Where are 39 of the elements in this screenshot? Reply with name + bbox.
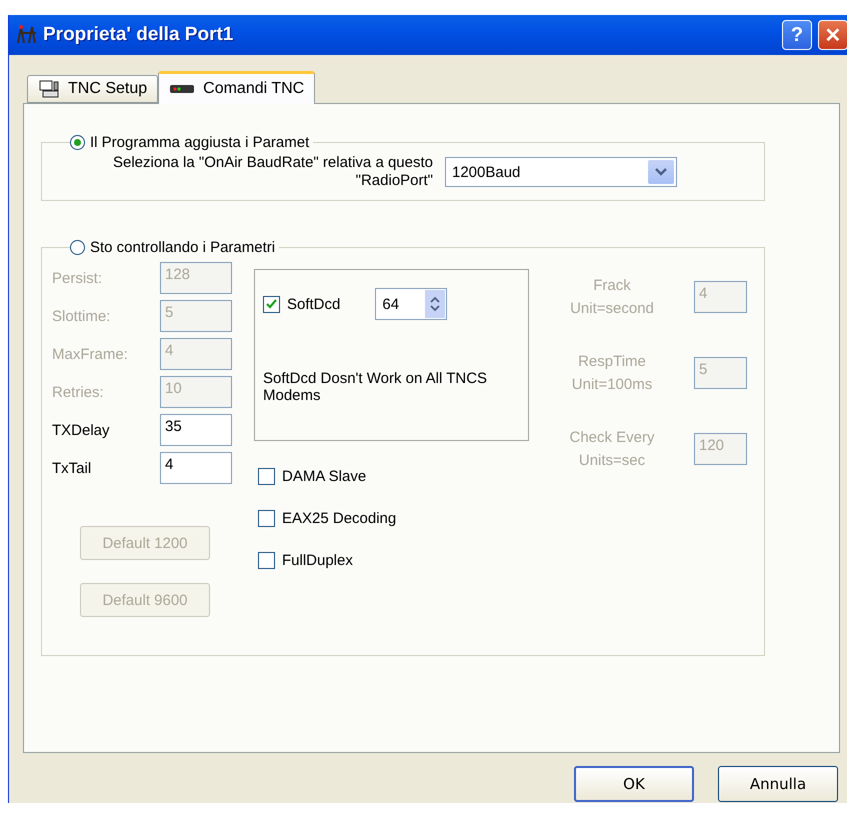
softdcd-note: SoftDcd Dosn't Work on All TNCS Modems [263,370,488,404]
radio-button[interactable] [70,240,85,254]
checkbox-label: SoftDcd [287,296,340,312]
checkbox-label: DAMA Slave [282,468,366,484]
help-button[interactable]: ? [782,20,812,50]
timer-label: RespTime Unit=100ms [570,352,654,395]
radio-label: Il Programma aggiusta i Paramet [90,134,310,150]
radio-button[interactable] [70,134,85,150]
spin-arrows-icon [425,290,446,318]
parameter-field[interactable]: 4 [160,452,232,484]
timer-label: Check Every Units=sec [568,428,656,471]
ok-button[interactable]: OK [574,766,694,802]
parameter-label: MaxFrame: [52,346,129,362]
checkbox[interactable] [258,468,275,484]
radio-label: Sto controllando i Parametri [90,238,276,256]
parameter-label: Slottime: [52,308,112,324]
tab[interactable]: TNC Setup [27,75,158,103]
checkbox[interactable] [263,296,280,312]
parameter-label: Retries: [52,384,105,400]
parameter-label: TxTail [52,460,92,476]
checkbox[interactable] [258,552,275,568]
checkbox-label: FullDuplex [282,552,353,568]
dropdown-icon [648,160,674,184]
checkbox-label: EAX25 Decoding [282,510,396,526]
parameter-label: TXDelay [52,422,111,438]
cancel-button[interactable]: Annulla [718,766,838,802]
modem-icon [169,83,196,95]
antenna-icon [15,25,37,45]
parameter-field[interactable]: 35 [160,414,232,446]
close-button[interactable]: ✕ [818,20,847,50]
timer-label: Frack Unit=second [569,276,655,319]
window-title: Proprieta' della Port1 [43,24,234,46]
spin-field[interactable]: 64 [375,288,448,320]
tab[interactable]: Comandi TNC [158,71,316,104]
baud-rate-select[interactable]: 1200Baud [445,157,677,187]
baud-rate-prompt: Seleziona la "OnAir BaudRate" relativa a questo "RadioPort" [112,154,433,190]
checkbox[interactable] [258,510,275,526]
parameter-label: Persist: [52,270,104,286]
computer-icon [38,79,60,99]
